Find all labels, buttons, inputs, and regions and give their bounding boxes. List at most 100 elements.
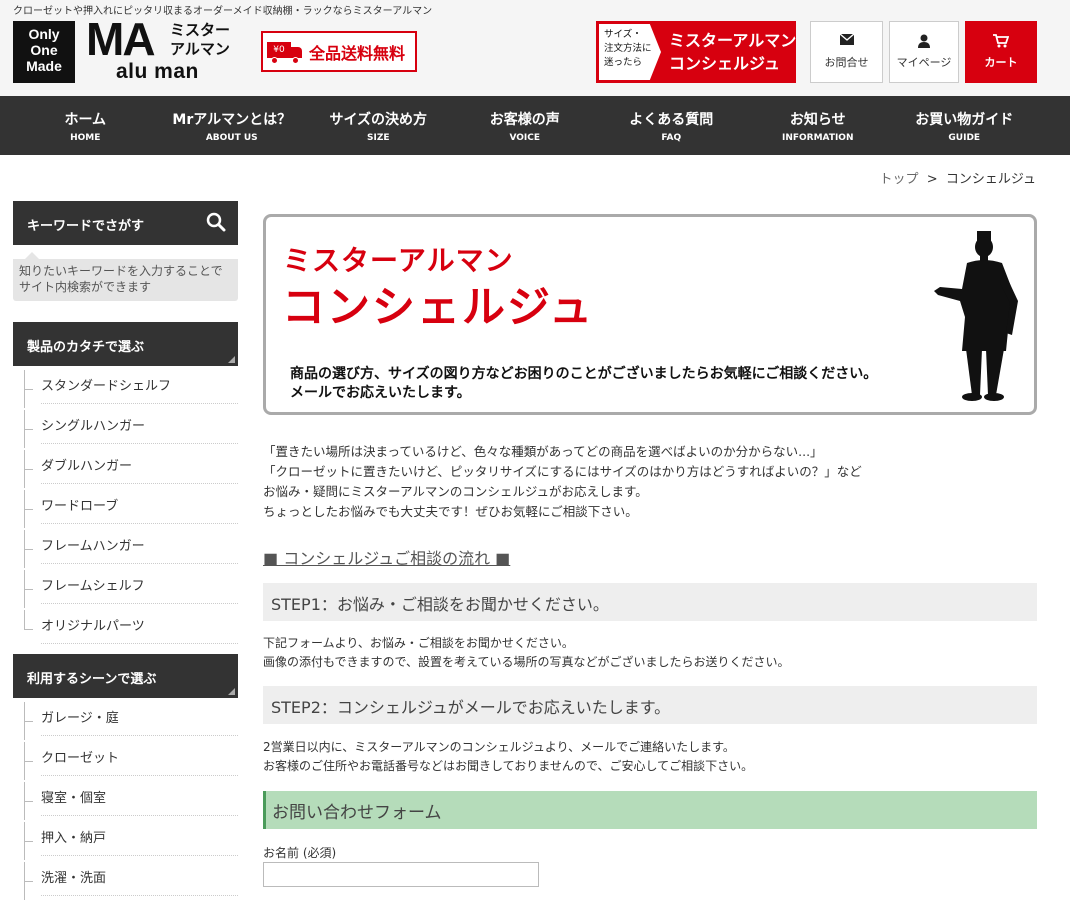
corner-arrow-icon [228,356,235,363]
nav-voice[interactable]: お客様の声 VOICE [452,96,599,155]
logo-ma: MA [86,13,156,65]
mypage-button[interactable]: マイページ [889,21,959,83]
nav-faq[interactable]: よくある質問 FAQ [598,96,745,155]
cart-label: カート [984,56,1018,69]
sidebar-item-label: 押入・納戸 [41,822,238,856]
sidebar-item-label: 寝室・個室 [41,782,238,816]
concierge-note-line: 注文方法に [604,43,652,54]
free-shipping-text: 全品送料無料 [309,43,406,63]
sidebar-item-frame-hanger[interactable]: フレームハンガー [13,530,238,568]
nav-sublabel: SIZE [366,133,390,143]
step2-line: お客様のご住所やお電話番号などはお聞きしておりませんので、ご安心してご相談下さい… [263,759,754,773]
nav-about[interactable]: Mrアルマンとは？ ABOUT US [159,96,306,155]
concierge-note: サイズ・ 注文方法に 迷ったら [599,24,661,80]
site-tagline: クローゼットや押入れにピッタリ収まるオーダーメイド収納棚・ラックならミスターアル… [13,6,433,17]
keyword-search-title: キーワードでさがす [27,219,145,234]
site-logo[interactable]: MA ミスター アルマン alu man [86,13,246,84]
mail-icon [811,33,882,48]
concierge-button[interactable]: サイズ・ 注文方法に 迷ったら ミスターアルマン コンシェルジュ [596,21,796,83]
sidebar-item-label: ダブルハンガー [41,450,238,484]
sidebar-item-double-hanger[interactable]: ダブルハンガー [13,450,238,488]
only-one-made-logo[interactable]: Only One Made [13,21,75,83]
contact-button[interactable]: お問合せ [810,21,883,83]
sidebar-item-label: シングルハンガー [41,410,238,444]
logo-box-line: Made [26,58,62,74]
sidebar-item-standard-shelf[interactable]: スタンダードシェルフ [13,370,238,408]
nav-sublabel: FAQ [661,133,682,143]
concierge-note-line: 迷ったら [604,57,643,68]
name-input[interactable] [263,862,539,887]
nav-information[interactable]: お知らせ INFORMATION [745,96,892,155]
sidebar-item-closet[interactable]: クローゼット [13,742,238,780]
breadcrumb: トップ > コンシェルジュ [879,168,1036,187]
concierge-note-line: サイズ・ [604,29,642,40]
scene-category-header: 利用するシーンで選ぶ [13,654,238,698]
banner-description: 商品の選び方、サイズの図り方などお困りのことがございましたらお気軽にご相談くださ… [290,365,877,403]
sidebar-item-label: オリジナルパーツ [41,610,238,644]
sidebar-item-bedroom[interactable]: 寝室・個室 [13,782,238,820]
sidebar-item-frame-shelf[interactable]: フレームシェルフ [13,570,238,608]
search-hint: 知りたいキーワードを入力することでサイト内検索ができます [13,252,238,301]
cart-button[interactable]: カート [965,21,1037,83]
logo-box-line: One [30,42,58,58]
intro-text: 「置きたい場所は決まっているけど、色々な種類があってどの商品を選べばよいのか分か… [263,442,862,522]
nav-size[interactable]: サイズの決め方 SIZE [305,96,452,155]
concierge-title-line: ミスターアルマン [669,31,797,50]
nav-label: お知らせ [789,112,846,128]
scene-category-title: 利用するシーンで選ぶ [27,672,157,687]
sidebar-item-wardrobe[interactable]: ワードローブ [13,490,238,528]
nav-label: お客様の声 [489,112,560,128]
step2-heading: STEP2：コンシェルジュがメールでお応えいたします。 [263,686,1037,724]
banner-description-line: メールでお応えいたします。 [290,385,471,401]
nav-label: Mrアルマンとは？ [172,112,292,128]
truck-icon: ¥0 [267,39,305,65]
site-header: クローゼットや押入れにピッタリ収まるオーダーメイド収納棚・ラックならミスターアル… [0,0,1070,96]
sidebar-item-garage[interactable]: ガレージ・庭 [13,702,238,740]
logo-box-line: Only [28,26,60,42]
sidebar-item-single-hanger[interactable]: シングルハンガー [13,410,238,448]
nav-label: サイズの決め方 [329,112,428,128]
sidebar-item-label: ガレージ・庭 [41,702,238,736]
sidebar-item-label: フレームシェルフ [41,570,238,604]
breadcrumb-top-link[interactable]: トップ [879,172,918,187]
sidebar-item-original-parts[interactable]: オリジナルパーツ [13,610,238,648]
user-icon [890,34,958,48]
keyword-search-header[interactable]: キーワードでさがす [13,201,238,245]
nav-label: ホーム [64,112,107,128]
global-nav: ホーム HOME Mrアルマンとは？ ABOUT US サイズの決め方 SIZE お客… [0,96,1070,155]
free-shipping-banner[interactable]: ¥0 全品送料無料 [261,31,417,72]
concierge-title: ミスターアルマン コンシェルジュ [669,30,796,76]
sidebar-item-oshiire[interactable]: 押入・納戸 [13,822,238,860]
nav-sublabel: VOICE [509,133,541,143]
search-icon[interactable] [206,212,226,232]
contact-form-heading: お問い合わせフォーム [263,791,1037,829]
nav-label: お買い物ガイド [915,112,1014,128]
step1-text: 下記フォームより、お悩み・ご相談をお聞かせください。 画像の添付もできますので、… [263,634,789,672]
nav-home[interactable]: ホーム HOME [12,96,159,155]
nav-label: よくある質問 [629,112,714,128]
nav-sublabel: GUIDE [948,133,981,143]
sidebar-item-label: フレームハンガー [41,530,238,564]
consultation-flow-title: ■ コンシェルジュご相談の流れ ■ [263,549,511,568]
breadcrumb-separator: > [926,172,938,187]
step1-line: 画像の添付もできますので、設置を考えている場所の写真などがございましたらお送りく… [263,655,790,669]
contact-label: お問合せ [824,56,869,69]
truck-price: ¥0 [267,41,291,58]
step1-heading: STEP1：お悩み・ご相談をお聞かせください。 [263,583,1037,621]
banner-title-big: コンシェルジュ [282,283,594,333]
concierge-banner: ミスターアルマン コンシェルジュ 商品の選び方、サイズの図り方などお困りのことが… [263,214,1037,415]
concierge-title-line: コンシェルジュ [669,54,780,73]
nav-guide[interactable]: お買い物ガイド GUIDE [891,96,1038,155]
shape-category-list: スタンダードシェルフ シングルハンガー ダブルハンガー ワードローブ フレームハ… [13,368,238,648]
sidebar-item-label: スタンダードシェルフ [41,370,238,404]
breadcrumb-current: コンシェルジュ [945,172,1036,187]
intro-line: 「置きたい場所は決まっているけど、色々な種類があってどの商品を選べばよいのか分か… [263,444,823,459]
intro-line: 「クローゼットに置きたいけど、ピッタリサイズにするにはサイズのはかり方はどうすれ… [263,464,862,479]
shape-category-title: 製品のカタチで選ぶ [27,340,145,355]
intro-line: お悩み・疑問にミスターアルマンのコンシェルジュがお応えします。 [263,484,648,499]
sidebar-item-label: ワードローブ [41,490,238,524]
sidebar-item-laundry[interactable]: 洗濯・洗面 [13,862,238,900]
shape-category-header: 製品のカタチで選ぶ [13,322,238,366]
step1-line: 下記フォームより、お悩み・ご相談をお聞かせください。 [263,636,574,650]
logo-ja-line: ミスター [170,22,231,39]
